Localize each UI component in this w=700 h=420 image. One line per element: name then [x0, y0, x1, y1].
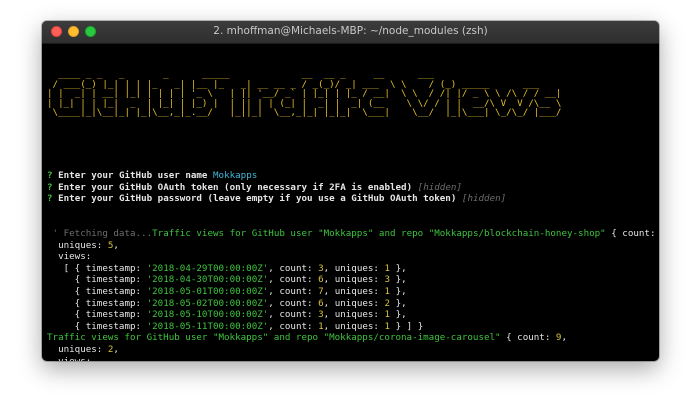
repo-count: 9: [555, 332, 562, 344]
view-entry-line: { timestamp: '2018-05-01T00:00:00Z', cou…: [47, 286, 407, 297]
terminal-window: 2. mhoffman@Michaels-MBP: ~/node_modules…: [42, 21, 659, 361]
banner-line: \____|_|\__|_| |_|\__,_|_.__/ |_||_| \__…: [47, 107, 562, 119]
prompt-hidden-answer: [hidden]: [461, 193, 507, 205]
prompt-marker: ?: [47, 193, 53, 205]
terminal-output[interactable]: ____ _ _ _ _ _____ __ __ _ __ ___ / ___(…: [47, 47, 659, 361]
prompt-line: ? Enter your GitHub user name Mokkapps: [47, 170, 655, 182]
prompt-list: ? Enter your GitHub user name Mokkapps? …: [47, 170, 655, 205]
views-label-line: views:: [47, 356, 655, 361]
view-entry-line: { timestamp: '2018-05-02T00:00:00Z', cou…: [47, 297, 407, 309]
prompt-hidden-answer: [hidden]: [417, 181, 462, 193]
ascii-banner: ____ _ _ _ _ _____ __ __ _ __ ___ / ___(…: [47, 70, 655, 118]
view-count: 7: [318, 286, 324, 297]
view-uniques: 3: [384, 274, 391, 286]
view-timestamp: '2018-05-02T00:00:00Z': [146, 297, 269, 309]
prompt-line: ? Enter your GitHub OAuth token (only ne…: [47, 182, 655, 194]
view-entry-line: [ { timestamp: '2018-04-29T00:00:00Z', c…: [47, 262, 407, 274]
prompt-question: Enter your GitHub OAuth token (only nece…: [58, 181, 413, 193]
repo-uniques: 5: [107, 239, 114, 251]
repo-header-line: ' Fetching data...Traffic views for GitH…: [52, 228, 659, 240]
view-uniques: 1: [384, 320, 391, 332]
view-uniques: 1: [384, 262, 391, 274]
view-timestamp: '2018-05-10T00:00:00Z': [146, 309, 269, 321]
title-bar: 2. mhoffman@Michaels-MBP: ~/node_modules…: [42, 21, 659, 44]
uniques-line: uniques: 2,: [47, 343, 119, 355]
prompt-marker: ?: [47, 170, 53, 182]
repo-title: Traffic views for GitHub user "Mokkapps"…: [47, 332, 501, 344]
views-label-line: views:: [47, 251, 92, 263]
fetch-status: ' Fetching data...: [52, 228, 153, 240]
view-entry-line: { timestamp: '2018-05-11T00:00:00Z', cou…: [47, 320, 424, 332]
window-title: 2. mhoffman@Michaels-MBP: ~/node_modules…: [213, 25, 488, 37]
view-count: 6: [318, 274, 324, 286]
repo-header-line: Traffic views for GitHub user "Mokkapps"…: [47, 332, 567, 344]
view-timestamp: '2018-05-11T00:00:00Z': [146, 320, 269, 332]
view-timestamp: '2018-05-01T00:00:00Z': [146, 286, 269, 297]
view-uniques: 2: [384, 297, 391, 309]
prompt-marker: ?: [47, 181, 53, 193]
view-uniques: 1: [384, 286, 391, 297]
repo-title: Traffic views for GitHub user "Mokkapps"…: [152, 228, 606, 240]
prompt-answer: Mokkapps: [213, 170, 258, 182]
view-timestamp: '2018-04-30T00:00:00Z': [146, 274, 269, 286]
traffic-output: ' Fetching data...Traffic views for GitH…: [47, 228, 659, 361]
view-entry-line: { timestamp: '2018-05-10T00:00:00Z', cou…: [47, 309, 407, 321]
view-entry-line: { timestamp: '2018-04-30T00:00:00Z', cou…: [47, 274, 407, 286]
view-count: 6: [318, 297, 324, 309]
repo-uniques: 2: [107, 343, 114, 355]
view-uniques: 1: [384, 309, 391, 321]
view-count: 1: [318, 320, 324, 332]
view-timestamp: '2018-04-29T00:00:00Z': [146, 262, 269, 274]
uniques-line: uniques: 5,: [47, 239, 119, 251]
view-count: 3: [318, 262, 324, 274]
view-count: 3: [318, 309, 324, 321]
prompt-question: Enter your GitHub password (leave empty …: [58, 193, 457, 205]
prompt-question: Enter your GitHub user name: [58, 170, 208, 182]
prompt-line: ? Enter your GitHub password (leave empt…: [47, 193, 655, 205]
